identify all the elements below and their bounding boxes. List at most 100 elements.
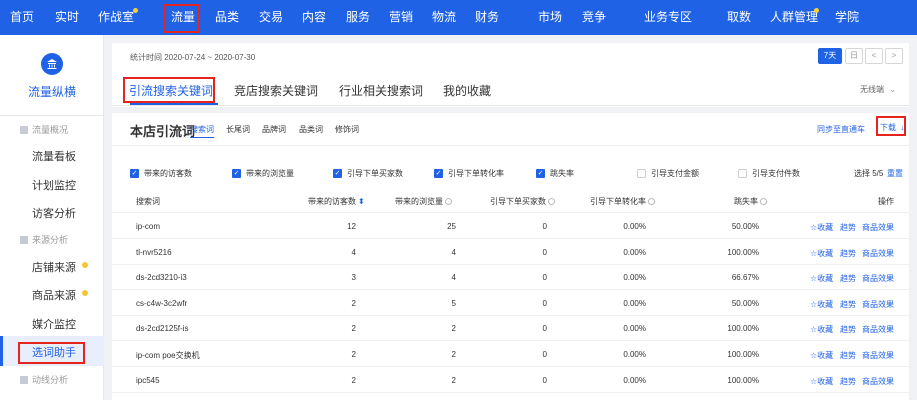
product-effect-link[interactable]: 商品效果 (862, 273, 894, 284)
col-keyword: 搜索词 (136, 197, 160, 206)
prev-period-button[interactable]: < (865, 48, 883, 64)
app-title: 流量纵横 (27, 85, 76, 99)
subtab-category[interactable]: 品类词 (299, 124, 323, 135)
nav-logistics[interactable]: 物流 (432, 0, 456, 35)
cell-keyword: ipc545 (136, 375, 160, 385)
cell-visitors: 3 (351, 273, 356, 283)
nav-marketing[interactable]: 营销 (389, 0, 413, 35)
sidebar-section-source: 来源分析 (20, 233, 68, 246)
subtab-brand[interactable]: 品牌词 (262, 124, 286, 135)
tab-favorites[interactable]: 我的收藏 (443, 82, 491, 99)
bank-icon-glyph (47, 59, 57, 69)
trend-link[interactable]: 趋势 (840, 324, 856, 335)
col-views[interactable]: 带来的浏览量 (395, 196, 452, 207)
col-visitors[interactable]: 带来的访客数 ⬍ (308, 196, 365, 207)
cell-views: 2 (451, 375, 456, 385)
section-title: 本店引流词 (130, 124, 196, 139)
section-title: 动线分析 (32, 375, 69, 385)
date-range: 统计时间 2020-07-24 ~ 2020-07-30 (130, 53, 256, 62)
download-button[interactable]: 下载 ↓ (880, 122, 904, 133)
cell-visitors: 2 (351, 324, 356, 334)
filter-pay-amount[interactable]: 引导支付金额 (637, 168, 699, 179)
trend-link[interactable]: 趋势 (840, 273, 856, 284)
trend-link[interactable]: 趋势 (840, 299, 856, 310)
cell-order-conversion: 0.00% (623, 222, 646, 231)
nav-business-zone[interactable]: 业务专区 (644, 0, 692, 35)
nav-finance[interactable]: 财务 (475, 0, 499, 35)
nav-home[interactable]: 首页 (10, 0, 34, 35)
calendar-day-button[interactable]: 日 (845, 48, 863, 64)
sidebar-item-plan-monitor[interactable]: 计划监控 (32, 177, 76, 193)
favorite-link[interactable]: ☆收藏 (810, 350, 833, 361)
select-count: 选择 5/5 (854, 169, 884, 178)
nav-trade[interactable]: 交易 (259, 0, 283, 35)
sidebar-item-dashboard[interactable]: 流量看板 (32, 148, 76, 164)
favorite-link[interactable]: ☆收藏 (810, 222, 833, 233)
sync-to-ztc-link[interactable]: 同步至直通车 (817, 124, 865, 135)
sidebar-item-visitor-analysis[interactable]: 访客分析 (32, 205, 76, 221)
nav-realtime[interactable]: 实时 (55, 0, 79, 35)
filter-order-conversion[interactable]: ✓ 引导下单转化率 (434, 168, 504, 179)
filter-views[interactable]: ✓ 带来的浏览量 (232, 168, 294, 179)
cell-views: 5 (451, 298, 456, 308)
nav-war-room[interactable]: 作战室 (98, 0, 134, 35)
product-effect-link[interactable]: 商品效果 (862, 376, 894, 387)
product-effect-link[interactable]: 商品效果 (862, 350, 894, 361)
checkbox-checked-icon: ✓ (333, 169, 342, 178)
trend-link[interactable]: 趋势 (840, 350, 856, 361)
product-effect-link[interactable]: 商品效果 (862, 222, 894, 233)
nav-fetch-data[interactable]: 取数 (727, 0, 751, 35)
subtab-modifier[interactable]: 修饰词 (335, 124, 359, 135)
col-bounce[interactable]: 跳失率 (734, 196, 767, 207)
nav-competition[interactable]: 竞争 (582, 0, 606, 35)
nav-traffic[interactable]: 流量 (171, 0, 195, 35)
favorite-link[interactable]: ☆收藏 (810, 376, 833, 387)
next-period-button[interactable]: > (885, 48, 903, 64)
col-order-conversion[interactable]: 引导下单转化率 (590, 196, 655, 207)
sidebar: 流量纵横 流量概况 流量看板 计划监控 访客分析 来源分析 店铺来源 商品来源 … (0, 35, 104, 400)
nav-category[interactable]: 品类 (215, 0, 239, 35)
sort-desc-icon: ⬍ (358, 197, 365, 206)
filter-pay-items[interactable]: 引导支付件数 (738, 168, 800, 179)
col-order-buyers[interactable]: 引导下单买家数 (490, 196, 555, 207)
nav-content[interactable]: 内容 (302, 0, 326, 35)
favorite-link[interactable]: ☆收藏 (810, 299, 833, 310)
trend-link[interactable]: 趋势 (840, 222, 856, 233)
checkbox-checked-icon: ✓ (232, 169, 241, 178)
trend-link[interactable]: 趋势 (840, 376, 856, 387)
download-label: 下载 (880, 123, 896, 132)
nav-academy[interactable]: 学院 (835, 0, 859, 35)
reset-link[interactable]: 重置 (887, 168, 903, 179)
sidebar-item-keyword-helper[interactable]: 选词助手 (32, 344, 76, 360)
filter-label: 引导下单买家数 (347, 169, 403, 178)
favorite-link[interactable]: ☆收藏 (810, 248, 833, 259)
tab-competitor-keywords[interactable]: 竞店搜索关键词 (234, 82, 318, 99)
product-effect-link[interactable]: 商品效果 (862, 248, 894, 259)
tab-traffic-keywords[interactable]: 引流搜索关键词 (129, 82, 213, 99)
favorite-link[interactable]: ☆收藏 (810, 324, 833, 335)
subtab-search-word[interactable]: 搜索词 (190, 124, 214, 138)
subtab-long-tail[interactable]: 长尾词 (226, 124, 250, 135)
table-row: cs-c4w-3c2wfr 2 5 0 0.00% 50.00% ☆收藏 趋势 商品效果 (112, 291, 909, 316)
cell-bounce: 100.00% (727, 247, 759, 257)
tab-industry-keywords[interactable]: 行业相关搜索词 (339, 82, 423, 99)
cell-order-buyers: 0 (542, 298, 547, 308)
device-select[interactable]: 无线端 ⌄ (860, 84, 896, 95)
trend-link[interactable]: 趋势 (840, 248, 856, 259)
product-effect-link[interactable]: 商品效果 (862, 324, 894, 335)
product-effect-link[interactable]: 商品效果 (862, 299, 894, 310)
sidebar-item-shop-source[interactable]: 店铺来源 (32, 259, 76, 275)
info-icon (548, 198, 555, 206)
sidebar-dot (82, 290, 88, 296)
cell-views: 4 (451, 273, 456, 283)
nav-crowd[interactable]: 人群管理 (770, 0, 818, 35)
period-7d-button[interactable]: 7天 (818, 48, 842, 64)
filter-bounce[interactable]: ✓ 跳失率 (536, 168, 574, 179)
nav-service[interactable]: 服务 (346, 0, 370, 35)
sidebar-item-product-source[interactable]: 商品来源 (32, 287, 76, 303)
nav-market[interactable]: 市场 (538, 0, 562, 35)
filter-order-buyers[interactable]: ✓ 引导下单买家数 (333, 168, 403, 179)
sidebar-item-media-monitor[interactable]: 媒介监控 (32, 316, 76, 332)
filter-visitors[interactable]: ✓ 带来的访客数 (130, 168, 192, 179)
favorite-link[interactable]: ☆收藏 (810, 273, 833, 284)
